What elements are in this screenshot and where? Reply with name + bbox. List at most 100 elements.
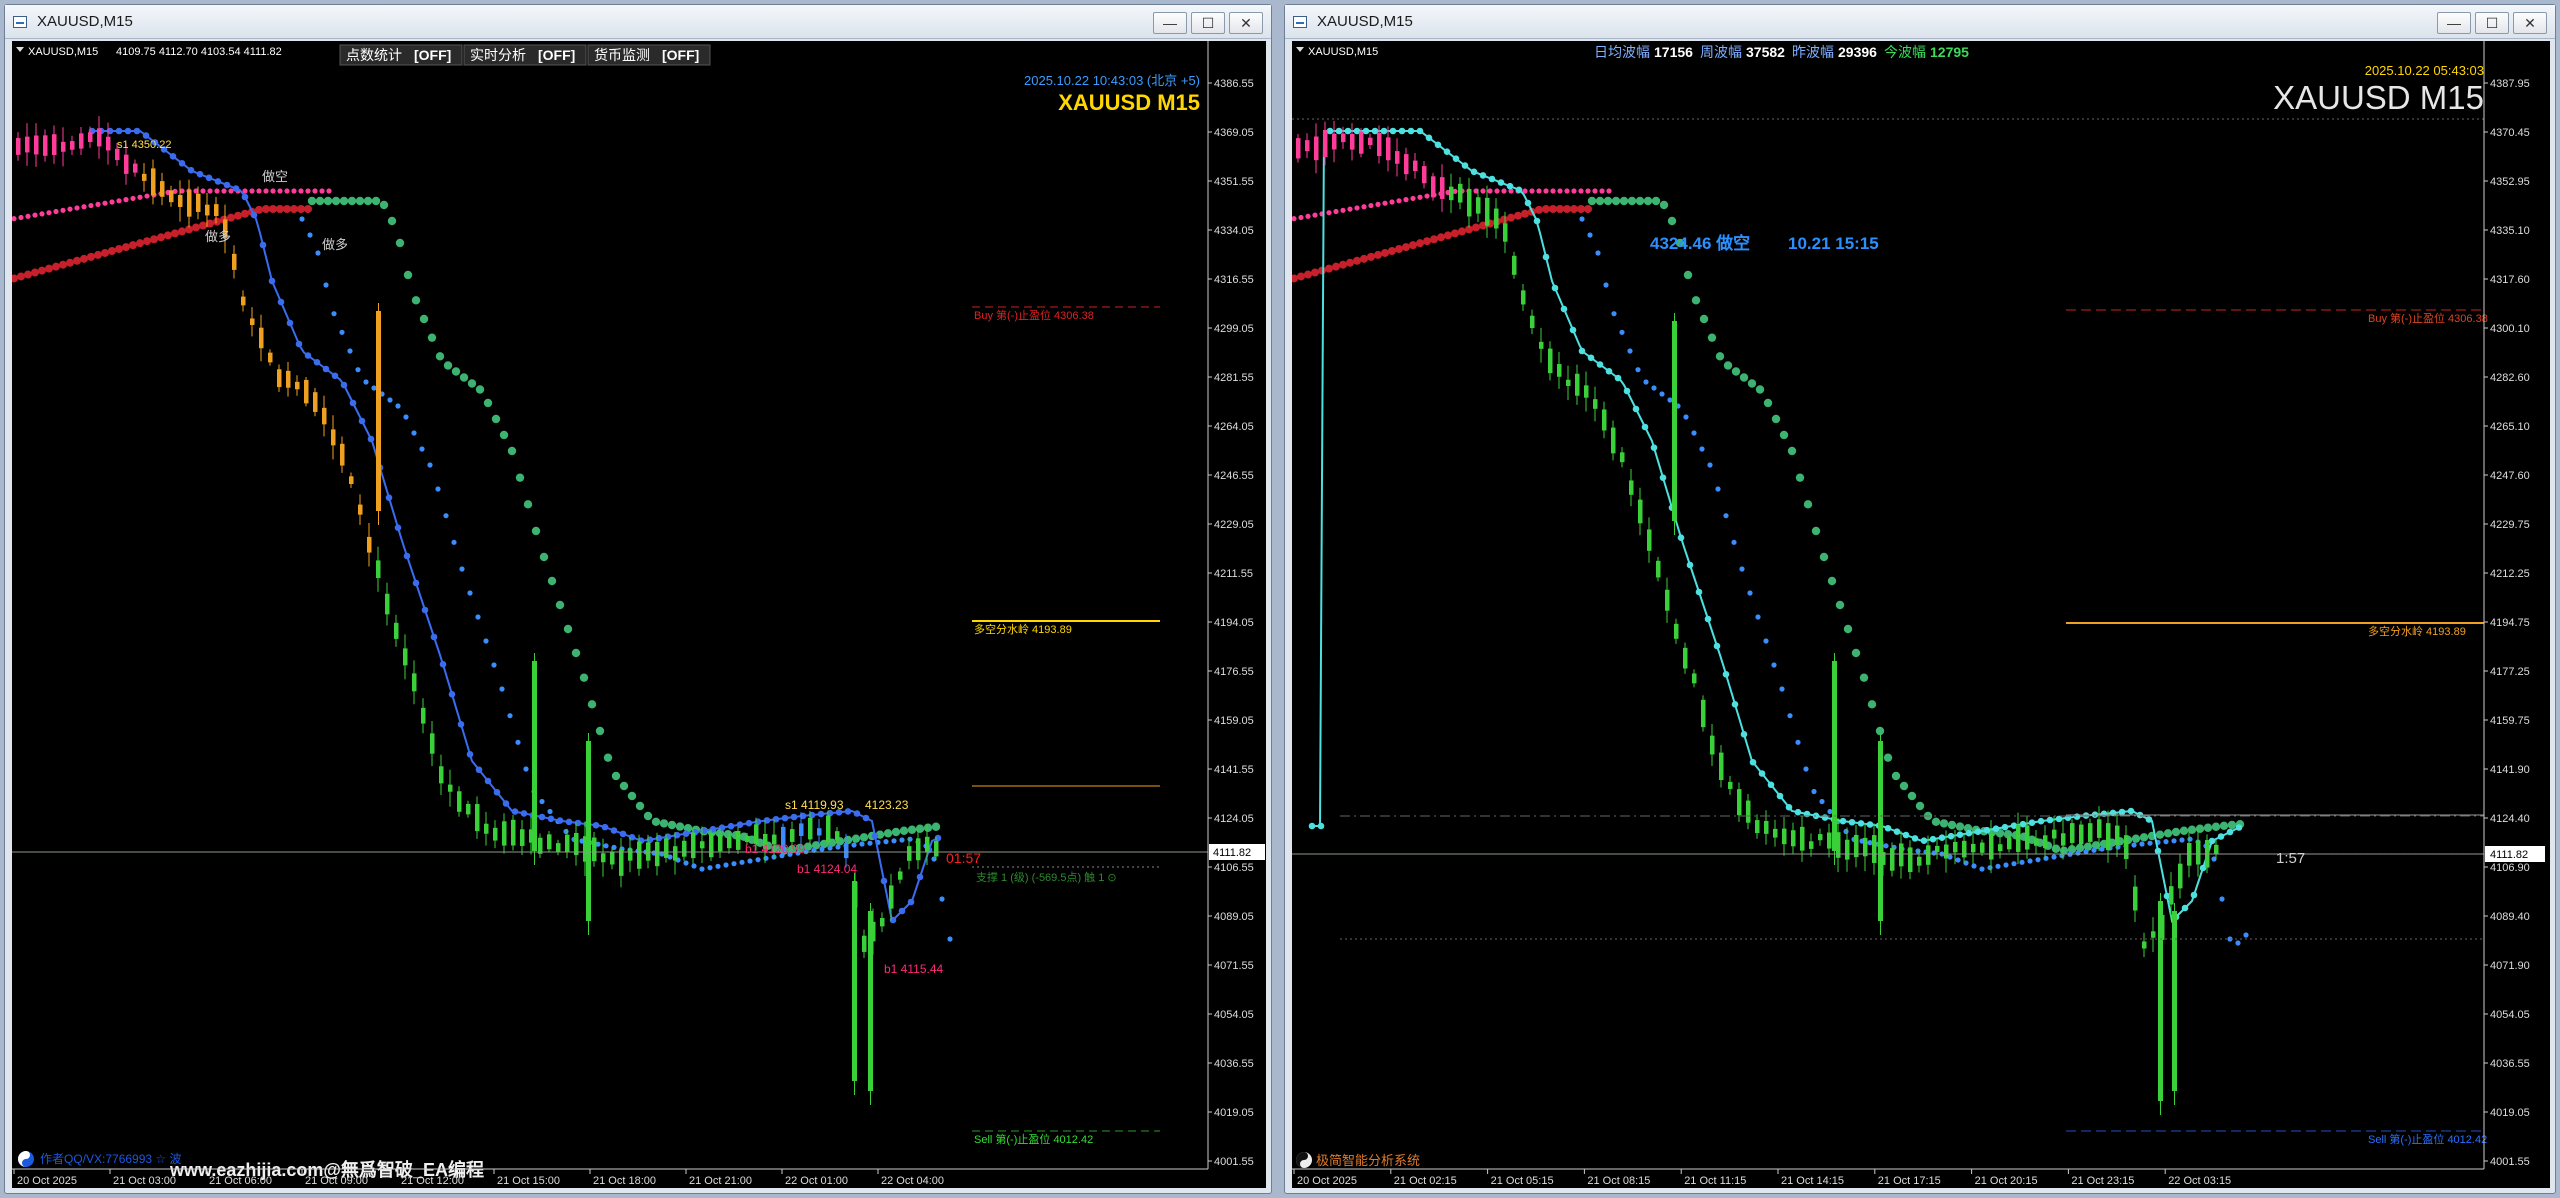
fast-ma-dot [1695,588,1703,596]
slow-ma-dot [1381,248,1389,257]
time-tick-label: 21 Oct 06:00 [209,1175,272,1187]
maximize-button[interactable]: ☐ [2475,12,2509,34]
pink-ma-dot [18,214,24,221]
blue-ma-dot [2091,847,2097,853]
blue-ma-dot [371,385,377,391]
green-ma-dot [403,270,413,280]
fast-ma-dot [1362,127,1370,135]
slow-ma-dot [1437,233,1445,242]
price-axis[interactable]: 4387.95 4370.45 4352.95 4335.10 4317.60 4300.… [2484,78,2530,1168]
maximize-button[interactable]: ☐ [1191,12,1225,34]
minimize-button[interactable]: — [2437,12,2471,34]
time-tick-label: 21 Oct 21:00 [689,1175,752,1187]
candle-body [151,168,156,196]
toggle-point-stats[interactable]: 点数统计 [OFF] [339,44,463,66]
blue-ma-dot [1595,250,1601,256]
pink-ma-dot [1340,207,1346,213]
fast-ma-dot [322,365,330,373]
price-tick-label: 4281.55 [1214,372,1254,384]
green-ma-dot [1763,398,1773,408]
close-button[interactable]: ✕ [2513,12,2547,34]
pink-ma-dot [123,197,129,203]
green-ma-dot [1771,414,1781,424]
chart-big-title: XAUUSD M15 [1058,90,1200,115]
price-tick-label: 4352.95 [2490,176,2530,188]
fast-ma-dot [1731,701,1739,708]
price-tick-label: 4001.55 [2490,1156,2530,1168]
fast-ma-dot [475,766,483,774]
minimize-button[interactable]: — [1153,12,1187,34]
yin-yang-icon [18,1151,34,1167]
fast-ma-dot [187,166,195,174]
blue-ma-dot [835,844,841,850]
fast-ma-dot [1713,642,1721,650]
candle-body [889,885,894,909]
price-tick-label: 4036.55 [2490,1058,2530,1070]
green-ma-dot [395,238,405,248]
green-ma-dot [891,827,901,837]
fast-ma-dot [259,241,267,249]
candle-body [1755,820,1760,834]
menu-triangle-icon[interactable] [16,47,24,52]
blue-ma-dot [1667,397,1673,403]
time-tick-label: 21 Oct 11:15 [1684,1175,1746,1187]
price-axis[interactable]: 4386.55 4369.05 4351.55 4334.05 4316.55 4299.… [1208,78,1254,1168]
left-price-chart[interactable]: XAUUSD,M15 4109.75 4112.70 4103.54 4111.… [12,41,1266,1188]
candle-body [1584,385,1589,398]
candle-body [367,536,372,553]
fast-ma-dot [1425,134,1433,142]
pink-ma-dot [1543,188,1549,194]
candle-body [2169,886,2174,905]
candle-body [628,848,633,861]
blue-ma-dot [435,486,441,492]
left-window-titlebar[interactable]: XAUUSD,M15 — ☐ ✕ [5,5,1271,39]
slow-ma-dot [38,266,46,275]
fast-ma-line [1312,130,2241,924]
slow-ma-dot [1549,205,1557,213]
blue-ma-dot [1811,788,1817,795]
fast-ma-dot [1452,155,1460,162]
candle-body [2007,837,2012,850]
right-price-chart[interactable]: XAUUSD,M15 日均波幅 17156 周波幅 37582 昨波幅 2939… [1292,41,2550,1188]
green-ma-dot [659,819,669,828]
left-chart-window[interactable]: XAUUSD,M15 — ☐ ✕ XAUUSD,M15 4109.75 4112… [4,4,1272,1194]
right-chart-window[interactable]: XAUUSD,M15 — ☐ ✕ XAUUSD,M15 日均波幅 17156 周… [1284,4,2556,1194]
s1-mid-label: s1 4119.93 [785,798,844,812]
candle-body [52,134,57,155]
candle-body [1782,828,1787,845]
candle-body [1980,842,1985,853]
pink-ma-dot [1529,188,1535,194]
fast-ma-dot [1965,829,1973,837]
menu-triangle-icon[interactable] [1296,47,1304,52]
candle-body [1962,840,1967,858]
price-tick-label: 4334.05 [1214,225,1254,237]
price-tick-label: 4212.25 [2490,568,2530,580]
bar-countdown: 01:57 [946,850,981,866]
slow-ma-dot [1311,268,1319,277]
candle-body [754,824,759,844]
blue-ma-dot [467,590,473,596]
close-button[interactable]: ✕ [1229,12,1263,34]
fast-ma-dot [142,132,150,139]
price-tick-label: 4177.25 [2490,666,2530,678]
blue-ma-dot [2003,862,2009,868]
fast-ma-dot [898,907,906,915]
green-ma-dot [2003,830,2013,839]
pink-ma-dot [46,210,52,216]
toggle-realtime-analysis[interactable]: 实时分析 [OFF] [463,44,587,66]
fast-ma-dot [1326,127,1334,135]
right-window-titlebar[interactable]: XAUUSD,M15 — ☐ ✕ [1285,5,2555,39]
green-ma-dot [1611,196,1621,206]
fast-ma-dot [484,777,492,785]
slow-ma-dot [164,231,172,240]
slow-ma-dot [1297,272,1305,281]
fast-ma-dot [2145,816,2153,823]
fast-ma-dot [385,494,393,501]
blue-ma-dot [307,232,313,238]
fast-ma-dot [1767,781,1775,789]
toggle-currency-monitor[interactable]: 货币监测 [OFF] [587,44,711,66]
candle-body [268,352,273,363]
green-ma-dot [1723,361,1733,370]
time-axis[interactable]: 20 Oct 2025 21 Oct 02:15 21 Oct 05:15 21 Oc… [1293,1169,2231,1187]
fast-ma-dot [340,381,348,389]
